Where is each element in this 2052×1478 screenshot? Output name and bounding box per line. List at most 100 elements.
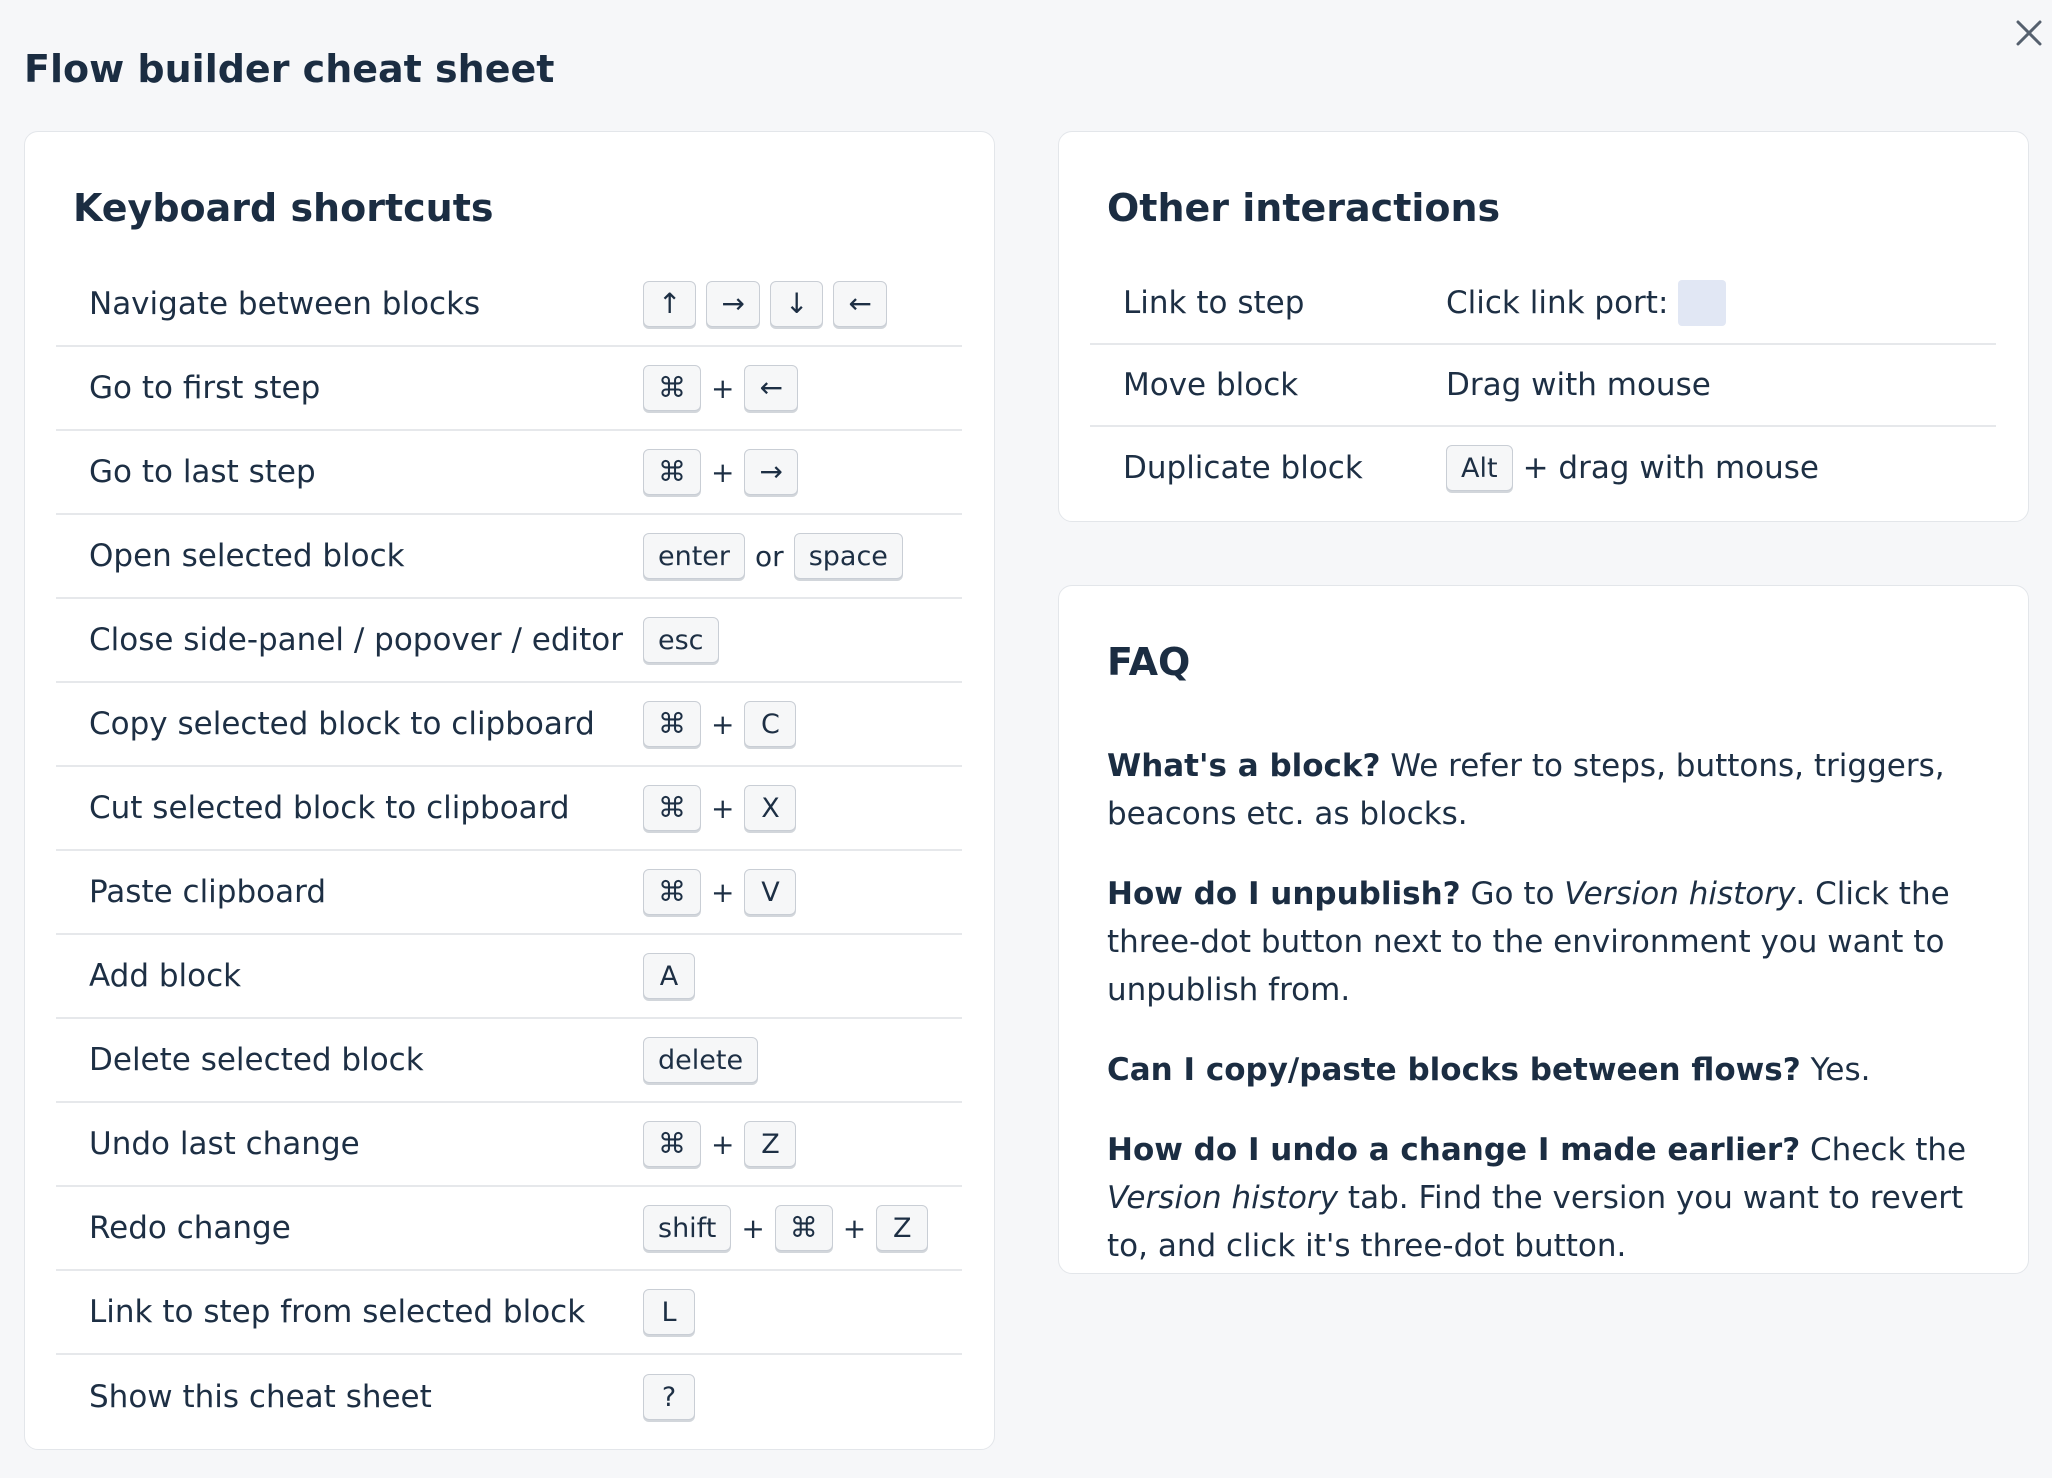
close-button[interactable] [2012,16,2046,50]
command-key: ⌘ [643,785,701,831]
shortcut-keys: ? [643,1374,695,1420]
command-key: ⌘ [643,701,701,747]
command-key: ⌘ [643,449,701,495]
shortcut-keys: ⌘ + C [643,701,797,747]
key-joiner: + [711,371,735,405]
shortcut-keys: enter or space [643,533,903,579]
arrow-left-key: ← [833,281,887,327]
faq-question: Can I copy/paste blocks between flows? [1107,1052,1801,1088]
shortcut-row: Copy selected block to clipboard ⌘ + C [56,683,962,767]
shortcut-action: Navigate between blocks [89,286,481,322]
a-key: A [643,953,695,999]
shortcut-keys: ⌘ + X [643,785,797,831]
link-port-icon [1678,280,1727,326]
space-key: space [793,533,903,579]
interaction-detail-text: Drag with mouse [1446,367,1711,403]
shortcut-keys: ⌘ + Z [643,1121,797,1167]
shortcut-action: Undo last change [89,1126,360,1162]
shortcut-action: Copy selected block to clipboard [89,706,595,742]
shortcut-row: Open selected block enter or space [56,515,962,599]
shortcut-action: Add block [89,958,242,994]
shortcut-keys: ↑ → ↓ ← [643,281,887,327]
shortcut-keys: ⌘ + ← [643,365,798,411]
faq-question: How do I undo a change I made earlier? [1107,1132,1801,1168]
other-interactions-heading: Other interactions [1107,186,1501,230]
alt-key: Alt [1446,445,1513,491]
page-title: Flow builder cheat sheet [24,47,555,92]
faq-answer: Yes. [1800,1052,1871,1088]
faq-item: What's a block? We refer to steps, butto… [1107,742,1987,838]
command-key: ⌘ [643,1121,701,1167]
shortcut-row: Add block A [56,935,962,1019]
arrow-down-key: ↓ [769,281,824,327]
faq-item: Can I copy/paste blocks between flows? Y… [1107,1046,1987,1094]
shortcut-action: Open selected block [89,538,405,574]
interaction-list: Link to step Click link port: Move block… [1090,263,1996,509]
shortcut-row: Go to last step ⌘ + → [56,431,962,515]
key-joiner: + [741,1211,765,1245]
esc-key: esc [643,617,719,663]
shortcut-keys: L [643,1289,695,1335]
arrow-up-key: ↑ [643,281,697,327]
v-key: V [744,869,797,915]
faq-answer-emphasis: Version history [1107,1180,1339,1216]
interaction-detail: Drag with mouse [1446,367,1711,403]
shortcut-row: Link to step from selected block L [56,1271,962,1355]
shortcut-action: Cut selected block to clipboard [89,790,570,826]
question-mark-key: ? [643,1374,695,1420]
other-interactions-card: Other interactions Link to step Click li… [1058,131,2029,522]
l-key: L [643,1289,695,1335]
shortcut-action: Show this cheat sheet [89,1379,432,1415]
faq-question: What's a block? [1107,748,1381,784]
shortcut-keys: A [643,953,695,999]
shortcut-keys: shift + ⌘ + Z [643,1205,929,1251]
key-joiner: + [711,875,735,909]
delete-key: delete [643,1037,759,1083]
interaction-row-link-to-step: Link to step Click link port: [1090,263,1996,345]
faq-answer: Check the [1800,1132,1967,1168]
faq-heading: FAQ [1107,640,1191,684]
interaction-action: Link to step [1123,285,1305,321]
command-key: ⌘ [643,365,701,411]
x-key: X [744,785,797,831]
faq-item: How do I unpublish? Go to Version histor… [1107,870,1987,1014]
shortcut-action: Close side-panel / popover / editor [89,622,623,658]
shortcut-keys: ⌘ + → [643,449,798,495]
shortcut-action: Link to step from selected block [89,1294,586,1330]
key-joiner: + [842,1211,867,1245]
faq-answer: Go to [1460,876,1565,912]
interaction-detail: Click link port: [1446,280,1727,326]
key-joiner: + [711,455,735,489]
shortcut-list: Navigate between blocks ↑ → ↓ ← Go to fi… [56,263,962,1439]
key-joiner: + [711,707,735,741]
arrow-right-key: → [706,281,760,327]
faq-card: FAQ What's a block? We refer to steps, b… [1058,585,2029,1274]
enter-key: enter [643,533,746,579]
interaction-action: Duplicate block [1123,450,1363,486]
shortcut-row: Undo last change ⌘ + Z [56,1103,962,1187]
shortcut-action: Delete selected block [89,1042,424,1078]
shortcut-action: Redo change [89,1210,291,1246]
key-joiner: + [711,1127,735,1161]
shortcut-row: Navigate between blocks ↑ → ↓ ← [56,263,962,347]
interaction-row-move-block: Move block Drag with mouse [1090,345,1996,427]
arrow-right-key: → [744,449,798,495]
interaction-detail-text: Click link port: [1446,285,1669,321]
command-key: ⌘ [643,869,701,915]
shortcut-action: Go to first step [89,370,321,406]
shortcut-action: Go to last step [89,454,316,490]
faq-item: How do I undo a change I made earlier? C… [1107,1126,1987,1270]
faq-answer-emphasis: Version history [1564,876,1796,912]
keyboard-shortcuts-heading: Keyboard shortcuts [73,186,494,230]
shortcut-row: Paste clipboard ⌘ + V [56,851,962,935]
key-joiner: + [711,791,735,825]
shortcut-keys: esc [643,617,719,663]
shortcut-action: Paste clipboard [89,874,326,910]
keyboard-shortcuts-card: Keyboard shortcuts Navigate between bloc… [24,131,995,1450]
z-key: Z [876,1205,929,1251]
command-key: ⌘ [774,1205,833,1251]
shift-key: shift [643,1205,732,1251]
faq-list: What's a block? We refer to steps, butto… [1107,742,1987,1302]
shortcut-row: Cut selected block to clipboard ⌘ + X [56,767,962,851]
c-key: C [744,701,797,747]
